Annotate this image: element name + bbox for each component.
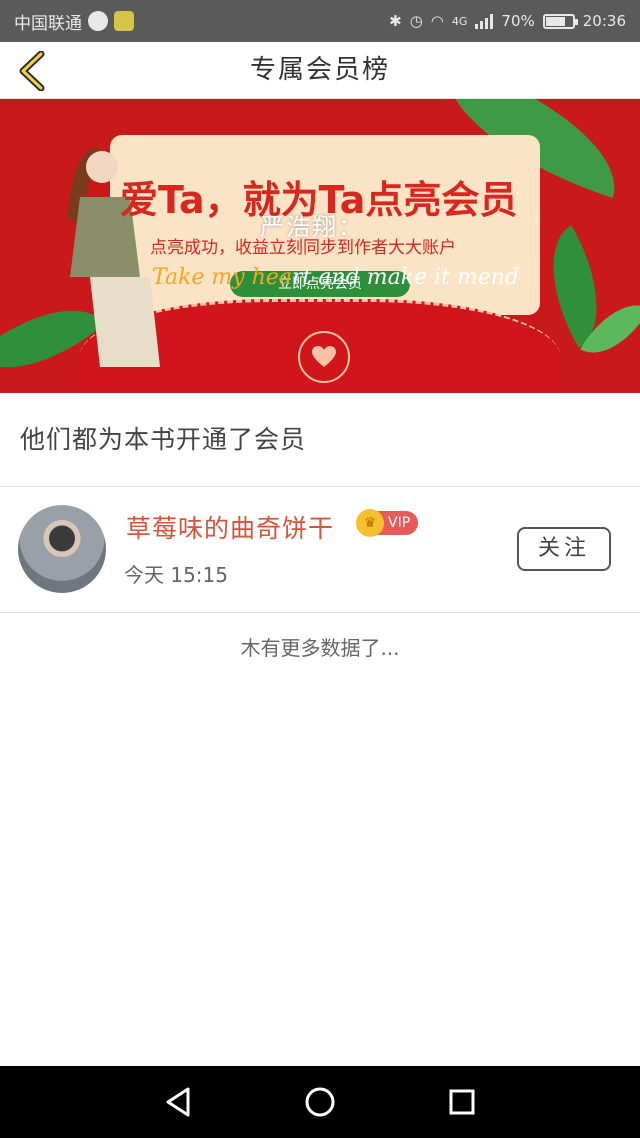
- status-bar-right: ✱ ◷ ◠ 4G 70% 20:36: [389, 0, 626, 42]
- vip-badge-label: VIP: [388, 515, 411, 531]
- square-recents-icon: [449, 1089, 475, 1115]
- circle-home-icon: [305, 1087, 335, 1117]
- status-bar: 中国联通 ✱ ◷ ◠ 4G 70% 20:36: [0, 0, 640, 42]
- wifi-icon: ◠: [430, 12, 444, 30]
- back-nav-button[interactable]: [160, 1084, 196, 1120]
- nav-bar: 专属会员榜: [0, 42, 640, 99]
- member-time: 今天 15:15: [124, 563, 228, 587]
- section-title: 他们都为本书开通了会员: [20, 425, 307, 454]
- lyric-overlay: Take my heart and make it mend: [152, 265, 519, 290]
- triangle-back-icon: [166, 1087, 190, 1117]
- battery-icon: [542, 13, 578, 29]
- vip-badge: ♛ VIP: [356, 509, 419, 537]
- alarm-icon: ◷: [409, 12, 423, 30]
- home-nav-button[interactable]: [302, 1084, 338, 1120]
- app-notification-icon: [114, 11, 134, 31]
- globe-icon: [88, 11, 108, 31]
- crown-icon: ♛: [356, 509, 384, 537]
- member-name[interactable]: 草莓味的曲奇饼干: [126, 509, 334, 545]
- clock: 20:36: [582, 12, 626, 30]
- lyric-part-a: Take my hea: [152, 265, 293, 290]
- promo-banner[interactable]: 爱Ta，就为Ta点亮会员 点亮成功，收益立刻同步到作者大大账户 立即点亮会员 严…: [0, 99, 640, 393]
- lyric-part-b: rt and make it mend: [292, 265, 520, 290]
- divider: [0, 612, 640, 613]
- network-type: 4G: [451, 14, 468, 28]
- battery-percent: 70%: [501, 12, 535, 30]
- avatar[interactable]: [18, 505, 106, 593]
- heart-icon: [298, 331, 350, 383]
- battery-fill: [545, 16, 566, 26]
- page-title: 专属会员榜: [249, 55, 390, 85]
- follow-button[interactable]: 关注: [517, 527, 611, 571]
- status-bar-left: 中国联通: [14, 0, 134, 42]
- no-more-data-label: 木有更多数据了...: [240, 636, 400, 660]
- signal-icon: [475, 13, 494, 29]
- carrier-label: 中国联通: [14, 13, 82, 34]
- system-nav-bar: [0, 1066, 640, 1138]
- recents-nav-button[interactable]: [444, 1084, 480, 1120]
- bluetooth-icon: ✱: [389, 12, 402, 30]
- list-item[interactable]: 草莓味的曲奇饼干 ♛ VIP 今天 15:15 关注: [0, 487, 640, 613]
- lyric-overlay-name: 严浩翔：: [260, 213, 364, 241]
